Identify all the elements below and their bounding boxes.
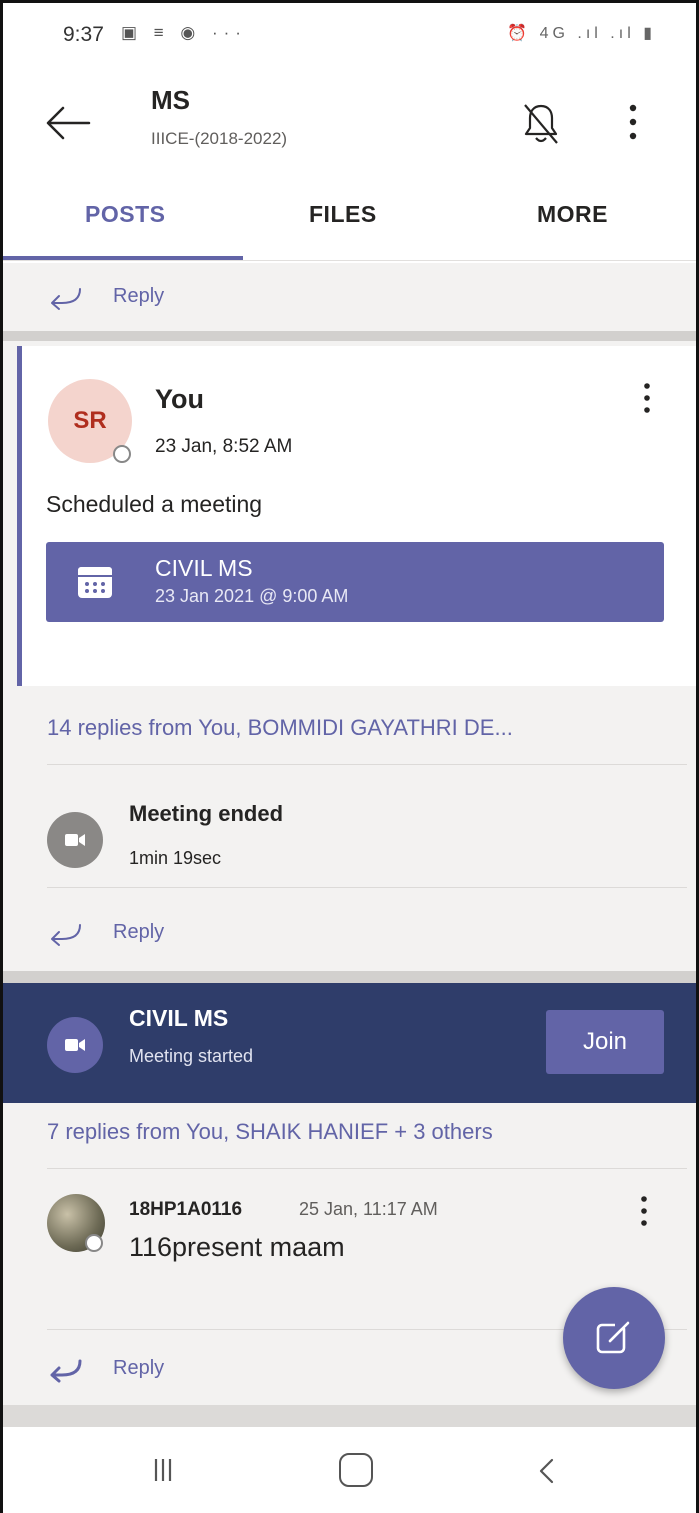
post-separator [3, 971, 696, 983]
back-arrow-icon[interactable] [43, 103, 93, 143]
video-camera-icon [65, 1039, 85, 1051]
live-meeting-avatar [47, 1017, 103, 1073]
replies-summary[interactable]: 7 replies from You, SHAIK HANIEF + 3 oth… [47, 1119, 493, 1145]
nav-home-icon[interactable] [339, 1453, 373, 1487]
reply-timestamp: 25 Jan, 11:17 AM [299, 1199, 438, 1219]
system-navigation-bar [3, 1427, 696, 1513]
reply-label: Reply [113, 1357, 165, 1379]
post-separator [3, 331, 696, 341]
presence-indicator [85, 1234, 103, 1252]
meeting-card[interactable]: CIVIL MS 23 Jan 2021 @ 9:00 AM [46, 542, 664, 622]
status-bar: 9:37 ▣ ≡ ◉ ··· ⏰ 4G .ıl .ıl ▮ [63, 21, 656, 51]
tab-posts[interactable]: POSTS [85, 201, 165, 228]
live-meeting-status: Meeting started [129, 1046, 254, 1066]
replies-summary[interactable]: 14 replies from You, BOMMIDI GAYATHRI DE… [47, 715, 513, 741]
meeting-duration: 1min 19sec [129, 848, 222, 868]
live-meeting-banner[interactable]: CIVIL MS Meeting started Join [3, 983, 696, 1103]
more-vertical-icon[interactable] [623, 99, 643, 145]
app-frame: 9:37 ▣ ≡ ◉ ··· ⏰ 4G .ıl .ıl ▮ MS IIICE-(… [0, 0, 699, 1513]
reply-text: 116present maam [129, 1232, 345, 1262]
tab-files[interactable]: FILES [309, 201, 377, 228]
reply-label: Reply [113, 285, 165, 307]
meeting-ended-title: Meeting ended [129, 801, 284, 826]
list-end-shadow [3, 1405, 696, 1427]
video-camera-icon [65, 834, 85, 846]
live-meeting-title: CIVIL MS [129, 1005, 229, 1031]
tabs-divider [3, 260, 696, 261]
meeting-datetime: 23 Jan 2021 @ 9:00 AM [155, 586, 349, 606]
post-text: Scheduled a meeting [46, 491, 263, 517]
reply-label: Reply [113, 921, 165, 943]
presence-indicator [113, 445, 131, 463]
tab-more[interactable]: MORE [537, 201, 608, 228]
divider [47, 887, 687, 888]
channel-header: MS IIICE-(2018-2022) [3, 73, 696, 173]
divider [47, 1168, 687, 1169]
nav-recents-icon[interactable] [153, 1451, 173, 1487]
meeting-ended-avatar [47, 812, 103, 868]
channel-subtitle: IIICE-(2018-2022) [151, 129, 288, 148]
meeting-title: CIVIL MS [155, 555, 253, 581]
reply-author: 18HP1A0116 [129, 1199, 243, 1220]
compose-button[interactable] [563, 1287, 665, 1389]
post-author: You [155, 384, 204, 414]
channel-title: MS [151, 85, 190, 115]
bell-off-icon[interactable] [521, 101, 561, 147]
post-timestamp: 23 Jan, 8:52 AM [155, 436, 293, 457]
channel-tabs: POSTS FILES MORE [3, 193, 696, 263]
join-button[interactable]: Join [546, 1010, 664, 1074]
status-time: 9:37 [63, 23, 104, 46]
system-status-icons: ⏰ 4G .ıl .ıl ▮ [507, 25, 656, 42]
reply-button[interactable]: Reply [3, 265, 696, 325]
reply-icon [50, 1359, 82, 1383]
more-vertical-icon[interactable] [638, 378, 656, 418]
calendar-icon [78, 567, 112, 598]
reply-button[interactable]: Reply [3, 901, 696, 961]
divider [47, 764, 687, 765]
reply-icon [51, 288, 81, 310]
compose-icon [596, 1321, 631, 1354]
nav-back-icon[interactable] [537, 1453, 557, 1489]
post-card: SR You 23 Jan, 8:52 AM Scheduled a meeti… [17, 346, 696, 686]
reply-icon [51, 924, 81, 946]
more-vertical-icon[interactable] [635, 1191, 653, 1231]
notification-icons: ▣ ≡ ◉ ··· [121, 23, 247, 42]
